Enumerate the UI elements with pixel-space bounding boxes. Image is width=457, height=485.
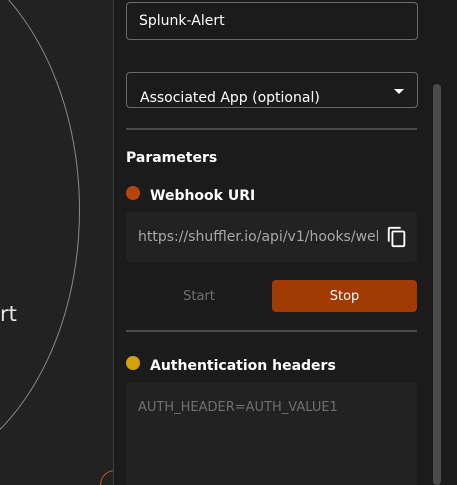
auth-headers-label: Authentication headers xyxy=(150,358,336,374)
webhook-status-dot xyxy=(126,186,140,200)
copy-icon[interactable] xyxy=(386,226,408,248)
stop-button[interactable]: Stop xyxy=(272,280,417,312)
auth-headers-input[interactable]: AUTH_HEADER=AUTH_VALUE1 xyxy=(126,382,417,485)
auth-headers-placeholder: AUTH_HEADER=AUTH_VALUE1 xyxy=(138,400,338,415)
scrollbar-thumb[interactable] xyxy=(433,84,441,485)
auth-status-dot xyxy=(126,356,140,370)
workflow-canvas[interactable]: rt xyxy=(0,0,113,485)
start-button[interactable]: Start xyxy=(126,280,272,312)
divider xyxy=(126,128,417,130)
webhook-uri-label: Webhook URI xyxy=(150,188,256,204)
app-root: rt Splunk-Alert Associated App (optional… xyxy=(0,0,457,485)
divider xyxy=(126,330,417,332)
associated-app-select-label: Associated App (optional) xyxy=(140,90,320,106)
scrollbar-track[interactable] xyxy=(446,0,457,485)
parameters-heading: Parameters xyxy=(126,150,218,166)
webhook-uri-value[interactable]: https://shuffler.io/api/v1/hooks/webhook… xyxy=(138,229,378,245)
associated-app-select[interactable]: Associated App (optional) xyxy=(126,72,418,108)
node-connector[interactable] xyxy=(100,470,113,485)
chevron-down-icon xyxy=(394,89,404,94)
trigger-node-label: rt xyxy=(0,302,17,326)
trigger-name-input[interactable]: Splunk-Alert xyxy=(126,2,418,40)
webhook-uri-field[interactable]: https://shuffler.io/api/v1/hooks/webhook… xyxy=(126,212,417,262)
trigger-node-ring[interactable] xyxy=(0,0,80,480)
